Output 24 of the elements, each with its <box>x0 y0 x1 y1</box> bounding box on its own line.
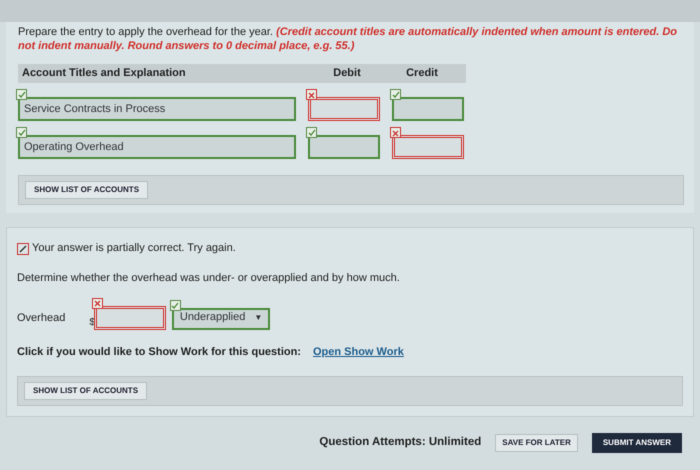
pencil-icon <box>17 243 29 256</box>
credit-field[interactable] <box>392 97 464 122</box>
column-header: Credit <box>405 66 439 80</box>
debit-field[interactable] <box>308 97 380 122</box>
amount-field[interactable] <box>94 306 166 330</box>
question-text: Determine whether the overhead was under- or overapplied and by how much. <box>17 272 401 286</box>
save-button[interactable]: SAVE FOR LATER <box>495 434 578 452</box>
show-accounts-button[interactable]: SHOW LIST OF ACCOUNTS <box>24 382 148 400</box>
overhead-label: Overhead <box>17 312 66 326</box>
account-field[interactable]: Service Contracts in Process <box>18 97 296 122</box>
underapplied-dropdown[interactable]: Underapplied ▼ <box>172 308 270 330</box>
attempts-text: Question Attempts: Unlimited <box>319 435 482 450</box>
instructions-text: Prepare the entry to apply the overhead for the year. (Credit account titles are automatically indented when amount is entered. Do not indent manually. Round answers to 0 decimal place, e.g. 55.) <box>18 26 678 54</box>
credit-field[interactable] <box>392 135 464 160</box>
column-header: Debit <box>332 66 362 80</box>
submit-button[interactable]: SUBMIT ANSWER <box>592 432 682 452</box>
show-work-prompt: Click if you would like to Show Work for this question: <box>17 346 301 358</box>
show-work-link[interactable]: Open Show Work <box>312 346 404 358</box>
caret-icon: ▼ <box>254 312 262 322</box>
feedback-text: Your answer is partially correct. Try again. <box>32 242 236 254</box>
account-field[interactable]: Operating Overhead <box>18 135 296 160</box>
debit-field[interactable] <box>308 135 380 160</box>
column-header: Account Titles and Explanation <box>22 66 187 80</box>
show-accounts-button[interactable]: SHOW LIST OF ACCOUNTS <box>25 181 148 200</box>
